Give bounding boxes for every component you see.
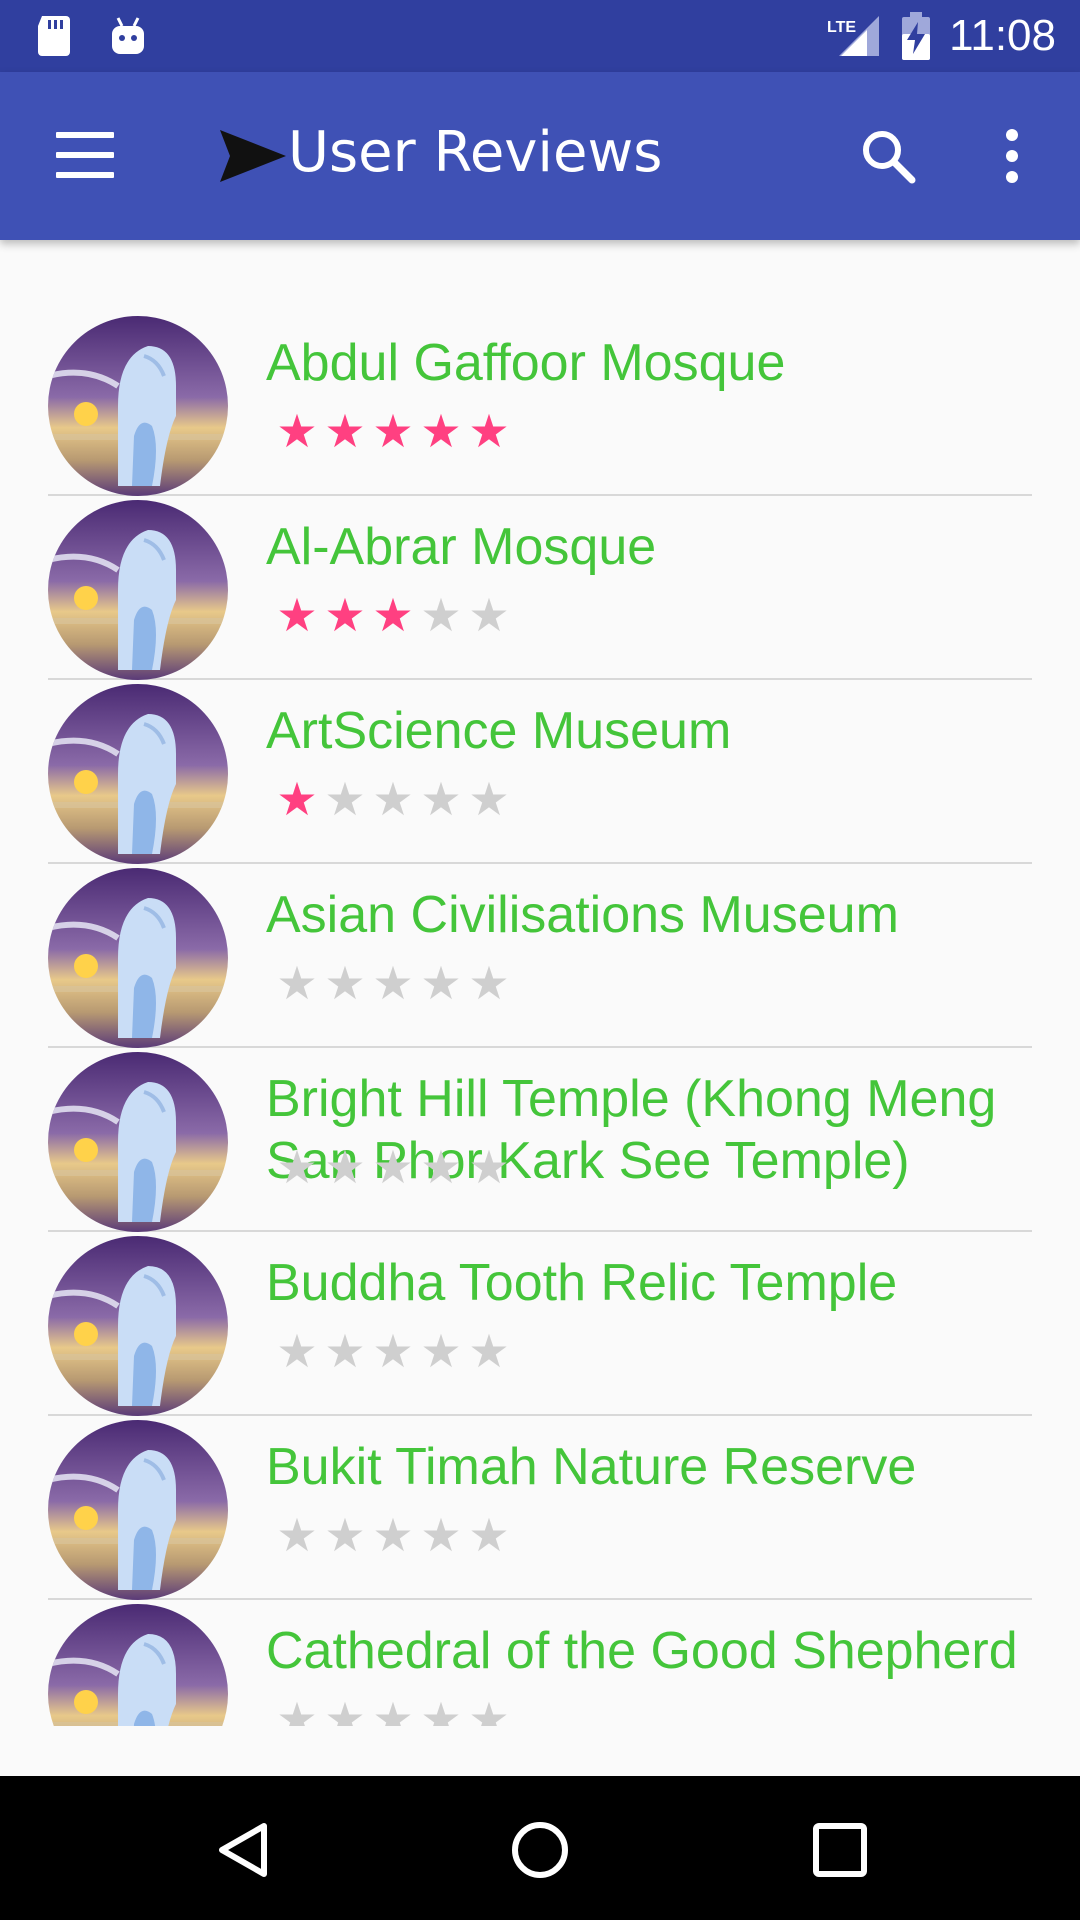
merlion-avatar bbox=[48, 684, 228, 864]
send-icon bbox=[220, 130, 286, 182]
back-icon[interactable] bbox=[208, 1814, 280, 1886]
merlion-avatar bbox=[48, 868, 228, 1048]
star-empty-icon[interactable]: ★ bbox=[468, 1696, 510, 1726]
navigation-bar bbox=[0, 1776, 1080, 1920]
place-name: Bukit Timah Nature Reserve bbox=[266, 1438, 917, 1496]
star-filled-icon[interactable]: ★ bbox=[372, 592, 414, 638]
home-icon[interactable] bbox=[504, 1814, 576, 1886]
place-name: Asian Civilisations Museum bbox=[266, 886, 899, 944]
rating-bar[interactable]: ★ ★ ★ ★ ★ bbox=[276, 1696, 510, 1726]
merlion-avatar bbox=[48, 316, 228, 496]
list-item[interactable]: Bukit Timah Nature Reserve ★ ★ ★ ★ ★ bbox=[48, 1416, 1032, 1600]
merlion-icon bbox=[48, 500, 228, 680]
sd-card-icon bbox=[38, 16, 70, 56]
star-empty-icon[interactable]: ★ bbox=[372, 776, 414, 822]
star-empty-icon[interactable]: ★ bbox=[372, 960, 414, 1006]
merlion-avatar bbox=[48, 1236, 228, 1416]
star-empty-icon[interactable]: ★ bbox=[276, 960, 318, 1006]
star-empty-icon[interactable]: ★ bbox=[468, 960, 510, 1006]
rating-bar[interactable]: ★ ★ ★ ★ ★ bbox=[276, 1512, 510, 1558]
status-time: 11:08 bbox=[949, 11, 1056, 60]
star-empty-icon[interactable]: ★ bbox=[420, 1696, 462, 1726]
menu-icon[interactable] bbox=[56, 132, 114, 180]
star-empty-icon[interactable]: ★ bbox=[372, 1696, 414, 1726]
star-filled-icon[interactable]: ★ bbox=[324, 592, 366, 638]
star-empty-icon[interactable]: ★ bbox=[324, 1144, 366, 1190]
page-title: User Reviews bbox=[288, 120, 663, 185]
star-empty-icon[interactable]: ★ bbox=[276, 1328, 318, 1374]
place-name: Cathedral of the Good Shepherd bbox=[266, 1622, 1018, 1680]
rating-bar[interactable]: ★ ★ ★ ★ ★ bbox=[276, 408, 510, 454]
star-filled-icon[interactable]: ★ bbox=[468, 408, 510, 454]
star-filled-icon[interactable]: ★ bbox=[372, 408, 414, 454]
app-bar: User Reviews bbox=[0, 72, 1080, 240]
star-empty-icon[interactable]: ★ bbox=[324, 960, 366, 1006]
more-vert-icon[interactable] bbox=[998, 128, 1026, 184]
merlion-avatar bbox=[48, 1604, 228, 1726]
place-name: Buddha Tooth Relic Temple bbox=[266, 1254, 898, 1312]
star-empty-icon[interactable]: ★ bbox=[324, 1512, 366, 1558]
merlion-icon bbox=[48, 684, 228, 864]
search-icon[interactable] bbox=[858, 126, 918, 186]
battery-charging-icon bbox=[902, 12, 931, 60]
list-item[interactable]: Abdul Gaffoor Mosque ★ ★ ★ ★ ★ bbox=[48, 312, 1032, 496]
star-empty-icon[interactable]: ★ bbox=[372, 1512, 414, 1558]
star-empty-icon[interactable]: ★ bbox=[420, 776, 462, 822]
list-item[interactable]: Al-Abrar Mosque ★ ★ ★ ★ ★ bbox=[48, 496, 1032, 680]
star-empty-icon[interactable]: ★ bbox=[420, 1512, 462, 1558]
star-empty-icon[interactable]: ★ bbox=[276, 1512, 318, 1558]
star-filled-icon[interactable]: ★ bbox=[324, 408, 366, 454]
star-filled-icon[interactable]: ★ bbox=[276, 592, 318, 638]
star-empty-icon[interactable]: ★ bbox=[420, 960, 462, 1006]
merlion-icon bbox=[48, 1420, 228, 1600]
recents-icon[interactable] bbox=[804, 1814, 876, 1886]
star-empty-icon[interactable]: ★ bbox=[324, 776, 366, 822]
rating-bar[interactable]: ★ ★ ★ ★ ★ bbox=[276, 776, 510, 822]
place-name: ArtScience Museum bbox=[266, 702, 732, 760]
star-filled-icon[interactable]: ★ bbox=[420, 408, 462, 454]
list-item[interactable]: Buddha Tooth Relic Temple ★ ★ ★ ★ ★ bbox=[48, 1232, 1032, 1416]
list-item[interactable]: Bright Hill Temple (Khong Meng San Phor … bbox=[48, 1048, 1032, 1232]
star-empty-icon[interactable]: ★ bbox=[468, 1328, 510, 1374]
star-empty-icon[interactable]: ★ bbox=[420, 1144, 462, 1190]
rating-bar[interactable]: ★ ★ ★ ★ ★ bbox=[276, 1144, 510, 1190]
review-list[interactable]: Abdul Gaffoor Mosque ★ ★ ★ ★ ★ Al-Abrar … bbox=[48, 312, 1032, 1726]
star-empty-icon[interactable]: ★ bbox=[276, 1696, 318, 1726]
star-empty-icon[interactable]: ★ bbox=[468, 776, 510, 822]
star-empty-icon[interactable]: ★ bbox=[324, 1696, 366, 1726]
merlion-avatar bbox=[48, 500, 228, 680]
star-empty-icon[interactable]: ★ bbox=[276, 1144, 318, 1190]
rating-bar[interactable]: ★ ★ ★ ★ ★ bbox=[276, 1328, 510, 1374]
rating-bar[interactable]: ★ ★ ★ ★ ★ bbox=[276, 592, 510, 638]
list-item[interactable]: Cathedral of the Good Shepherd ★ ★ ★ ★ ★ bbox=[48, 1600, 1032, 1726]
android-icon bbox=[112, 17, 144, 54]
merlion-icon bbox=[48, 316, 228, 496]
star-empty-icon[interactable]: ★ bbox=[324, 1328, 366, 1374]
merlion-avatar bbox=[48, 1420, 228, 1600]
star-filled-icon[interactable]: ★ bbox=[276, 776, 318, 822]
star-empty-icon[interactable]: ★ bbox=[372, 1328, 414, 1374]
status-left-icons bbox=[34, 14, 148, 58]
merlion-icon bbox=[48, 1604, 228, 1726]
star-empty-icon[interactable]: ★ bbox=[468, 592, 510, 638]
list-item[interactable]: ArtScience Museum ★ ★ ★ ★ ★ bbox=[48, 680, 1032, 864]
star-filled-icon[interactable]: ★ bbox=[276, 408, 318, 454]
star-empty-icon[interactable]: ★ bbox=[372, 1144, 414, 1190]
merlion-icon bbox=[48, 1052, 228, 1232]
star-empty-icon[interactable]: ★ bbox=[468, 1512, 510, 1558]
status-bar: LTE 11:08 bbox=[0, 0, 1080, 72]
rating-bar[interactable]: ★ ★ ★ ★ ★ bbox=[276, 960, 510, 1006]
network-label: LTE bbox=[827, 19, 856, 36]
merlion-avatar bbox=[48, 1052, 228, 1232]
star-empty-icon[interactable]: ★ bbox=[468, 1144, 510, 1190]
lte-signal-icon: LTE bbox=[827, 16, 880, 56]
star-empty-icon[interactable]: ★ bbox=[420, 592, 462, 638]
status-right-icons: LTE 11:08 bbox=[827, 0, 1056, 72]
place-name: Al-Abrar Mosque bbox=[266, 518, 657, 576]
place-name: Abdul Gaffoor Mosque bbox=[266, 334, 786, 392]
merlion-icon bbox=[48, 868, 228, 1048]
star-empty-icon[interactable]: ★ bbox=[420, 1328, 462, 1374]
merlion-icon bbox=[48, 1236, 228, 1416]
list-item[interactable]: Asian Civilisations Museum ★ ★ ★ ★ ★ bbox=[48, 864, 1032, 1048]
